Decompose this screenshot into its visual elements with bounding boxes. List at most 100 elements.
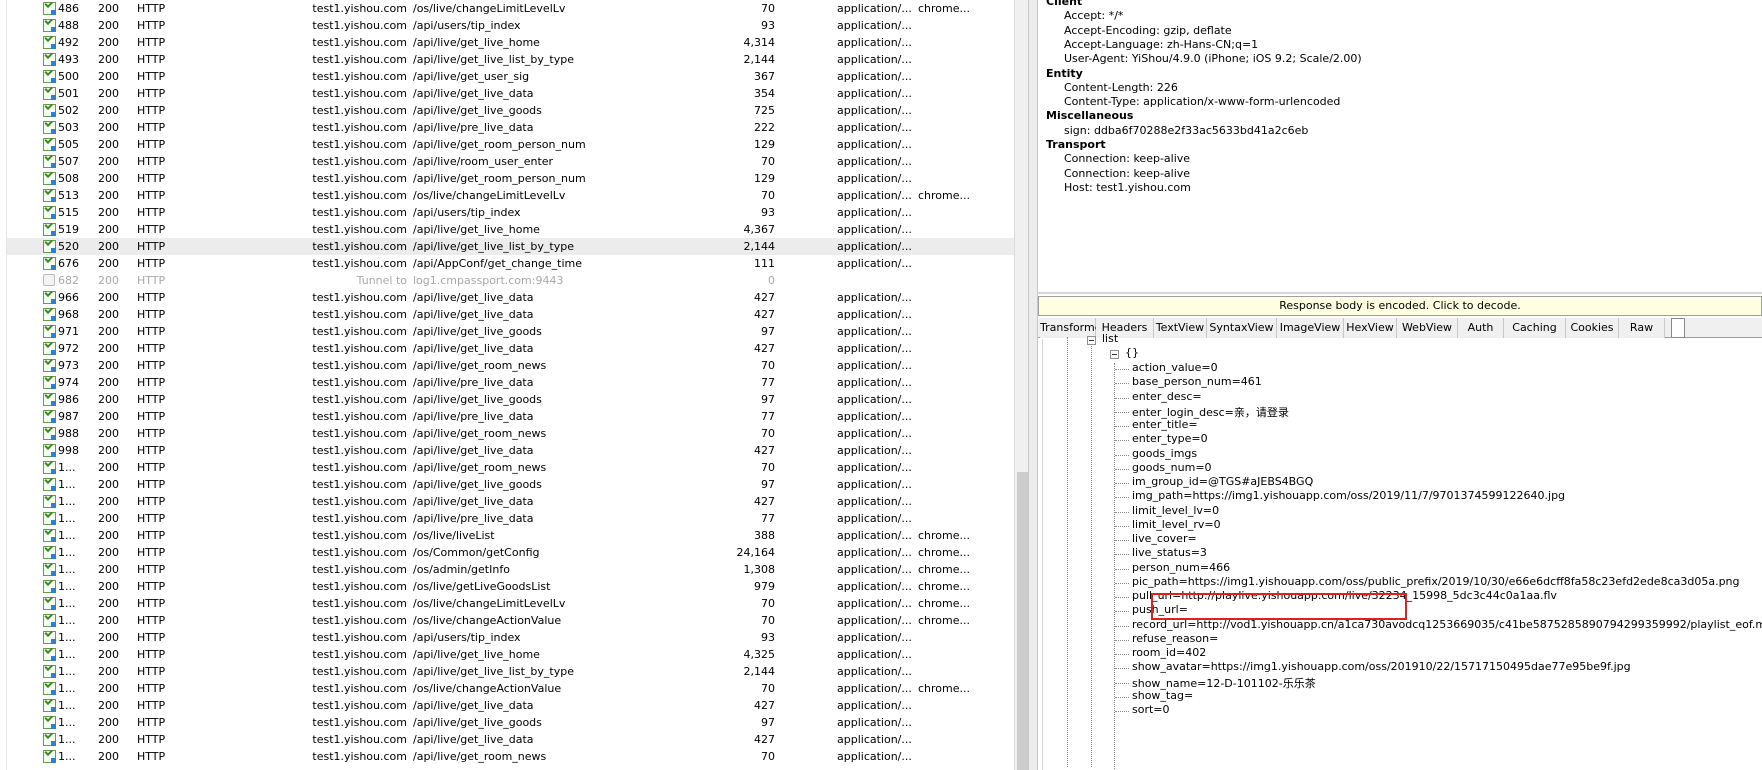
tree-field[interactable]: action_value=0	[1132, 361, 1218, 374]
session-body-size: 70	[761, 461, 775, 474]
session-row[interactable]: 519 200 HTTP test1.yishou.com/api/live/get_…	[7, 221, 1015, 238]
session-row[interactable]: 508 200 HTTP test1.yishou.com/api/live/get_…	[7, 170, 1015, 187]
tab-textview[interactable]: TextView	[1154, 318, 1207, 338]
tab-imageview[interactable]: ImageView	[1277, 318, 1344, 338]
session-row[interactable]: 1... 200 HTTP test1.yishou.com/api/live/get…	[7, 714, 1015, 731]
session-row[interactable]: 1... 200 HTTP test1.yishou.com/os/live/chan…	[7, 612, 1015, 629]
tree-field[interactable]: show_avatar=https://img1.yishouapp.com/o…	[1132, 660, 1631, 673]
session-row[interactable]: 1... 200 HTTP test1.yishou.com/api/live/get…	[7, 697, 1015, 714]
response-document-icon	[43, 19, 57, 32]
session-host: test1.yishou.com	[312, 478, 407, 491]
session-row[interactable]: 507 200 HTTP test1.yishou.com/api/live/room…	[7, 153, 1015, 170]
session-body-size: 427	[754, 699, 775, 712]
tree-field[interactable]: im_group_id=@TGS#aJEBS4BGQ	[1132, 475, 1313, 488]
session-row[interactable]: 1... 200 HTTP test1.yishou.com/os/live/live…	[7, 527, 1015, 544]
tree-field[interactable]: live_status=3	[1132, 546, 1207, 559]
tab-auth[interactable]: Auth	[1458, 318, 1504, 338]
tab-hexview[interactable]: HexView	[1344, 318, 1397, 338]
session-row[interactable]: 1... 200 HTTP test1.yishou.com/api/live/get…	[7, 459, 1015, 476]
tree-field[interactable]: limit_level_rv=0	[1132, 518, 1221, 531]
tab-webview[interactable]: WebView	[1397, 318, 1458, 338]
decode-bar[interactable]: Response body is encoded. Click to decod…	[1038, 296, 1762, 316]
session-row[interactable]: 1... 200 HTTP test1.yishou.com/os/live/chan…	[7, 595, 1015, 612]
tab-cookies[interactable]: Cookies	[1566, 318, 1619, 338]
session-id: 1...	[58, 546, 76, 559]
session-host: test1.yishou.com	[312, 342, 407, 355]
session-row[interactable]: 682 200 HTTP Tunnel to log1.cmpassport.com:9…	[7, 272, 1015, 289]
tree-field[interactable]: img_path=https://img1.yishouapp.com/oss/…	[1132, 489, 1565, 502]
session-row[interactable]: 1... 200 HTTP test1.yishou.com/api/users/ti…	[7, 629, 1015, 646]
session-row[interactable]: 1... 200 HTTP test1.yishou.com/os/Common/ge…	[7, 544, 1015, 561]
session-body-size: 427	[754, 291, 775, 304]
tab-overflow[interactable]	[1671, 318, 1685, 338]
tree-node-list[interactable]: list	[1102, 332, 1118, 345]
tree-field[interactable]: enter_type=0	[1132, 432, 1208, 445]
collapse-toggle-icon[interactable]	[1110, 350, 1119, 359]
collapse-toggle-icon[interactable]	[1087, 336, 1096, 345]
tree-field[interactable]: goods_imgs	[1132, 447, 1197, 460]
response-json-tree: list {} action_value=0 base_person_num=461e…	[1038, 332, 1762, 770]
tab-caching[interactable]: Caching	[1504, 318, 1566, 338]
session-row[interactable]: 492 200 HTTP test1.yishou.com/api/live/get_…	[7, 34, 1015, 51]
session-row[interactable]: 505 200 HTTP test1.yishou.com/api/live/get_…	[7, 136, 1015, 153]
tree-field[interactable]: limit_level_lv=0	[1132, 504, 1219, 517]
tab-transformer[interactable]: Transformer	[1040, 318, 1106, 338]
tree-field-person-num[interactable]: person_num=466	[1132, 561, 1230, 574]
tree-branch-line	[1115, 582, 1129, 584]
session-row[interactable]: 972 200 HTTP test1.yishou.com/api/live/get_…	[7, 340, 1015, 357]
sessions-scrollbar[interactable]	[1014, 0, 1028, 770]
session-row[interactable]: 988 200 HTTP test1.yishou.com/api/live/get_…	[7, 425, 1015, 442]
session-row[interactable]: 513 200 HTTP test1.yishou.com/os/live/chang…	[7, 187, 1015, 204]
session-row[interactable]: 1... 200 HTTP test1.yishou.com/os/admin/get…	[7, 561, 1015, 578]
session-row[interactable]: 1... 200 HTTP test1.yishou.com/api/live/get…	[7, 731, 1015, 748]
session-row[interactable]: 974 200 HTTP test1.yishou.com/api/live/pre_…	[7, 374, 1015, 391]
session-row[interactable]: 966 200 HTTP test1.yishou.com/api/live/get_…	[7, 289, 1015, 306]
sessions-scrollbar-thumb[interactable]	[1017, 472, 1028, 770]
session-row[interactable]: 987 200 HTTP test1.yishou.com/api/live/pre_…	[7, 408, 1015, 425]
session-row[interactable]: 500 200 HTTP test1.yishou.com/api/live/get_…	[7, 68, 1015, 85]
tree-node-object[interactable]: {}	[1125, 346, 1139, 359]
tree-field[interactable]: live_cover=	[1132, 532, 1197, 545]
tree-field[interactable]: refuse_reason=	[1132, 632, 1218, 645]
session-row[interactable]: 503 200 HTTP test1.yishou.com/api/live/pre_…	[7, 119, 1015, 136]
request-response-splitter[interactable]	[1038, 292, 1762, 294]
tree-field[interactable]: enter_title=	[1132, 418, 1198, 431]
tree-field[interactable]: pic_path=https://img1.yishouapp.com/oss/…	[1132, 575, 1740, 588]
session-row[interactable]: 515 200 HTTP test1.yishou.com/api/users/tip…	[7, 204, 1015, 221]
session-row[interactable]: 486 200 HTTP test1.yishou.com/os/live/chang…	[7, 0, 1015, 17]
tree-field[interactable]: enter_desc=	[1132, 390, 1202, 403]
session-row[interactable]: 968 200 HTTP test1.yishou.com/api/live/get_…	[7, 306, 1015, 323]
session-row[interactable]: 1... 200 HTTP test1.yishou.com/api/live/pre…	[7, 510, 1015, 527]
session-row[interactable]: 1... 200 HTTP test1.yishou.com/os/live/getL…	[7, 578, 1015, 595]
session-row[interactable]: 493 200 HTTP test1.yishou.com/api/live/get_…	[7, 51, 1015, 68]
tree-field[interactable]: sort=0	[1132, 703, 1170, 716]
tab-raw[interactable]: Raw	[1619, 318, 1665, 338]
session-row[interactable]: 986 200 HTTP test1.yishou.com/api/live/get_…	[7, 391, 1015, 408]
tree-field[interactable]: room_id=402	[1132, 646, 1206, 659]
session-row[interactable]: 1... 200 HTTP test1.yishou.com/api/live/get…	[7, 476, 1015, 493]
session-row[interactable]: 676 200 HTTP test1.yishou.com/api/AppConf/g…	[7, 255, 1015, 272]
session-protocol: HTTP	[137, 87, 166, 100]
response-document-icon	[43, 699, 57, 712]
session-row[interactable]: 1... 200 HTTP test1.yishou.com/api/live/get…	[7, 748, 1015, 765]
session-row[interactable]: 971 200 HTTP test1.yishou.com/api/live/get_…	[7, 323, 1015, 340]
session-row[interactable]: 973 200 HTTP test1.yishou.com/api/live/get_…	[7, 357, 1015, 374]
session-row[interactable]: 520 200 HTTP test1.yishou.com/api/live/get_…	[7, 238, 1015, 255]
session-row[interactable]: 1... 200 HTTP test1.yishou.com/api/live/get…	[7, 493, 1015, 510]
session-row[interactable]: 1... 200 HTTP test1.yishou.com/os/live/chan…	[7, 680, 1015, 697]
tree-field[interactable]: show_tag=	[1132, 689, 1193, 702]
session-row[interactable]: 1... 200 HTTP test1.yishou.com/api/live/get…	[7, 663, 1015, 680]
session-row[interactable]: 1... 200 HTTP test1.yishou.com/api/live/get…	[7, 646, 1015, 663]
session-result: 200	[98, 444, 119, 457]
session-row[interactable]: 502 200 HTTP test1.yishou.com/api/live/get_…	[7, 102, 1015, 119]
session-host: test1.yishou.com	[312, 325, 407, 338]
pane-splitter[interactable]	[1028, 0, 1038, 770]
session-row[interactable]: 501 200 HTTP test1.yishou.com/api/live/get_…	[7, 85, 1015, 102]
session-row[interactable]: 488 200 HTTP test1.yishou.com/api/users/tip…	[7, 17, 1015, 34]
tab-syntaxview[interactable]: SyntaxView	[1207, 318, 1277, 338]
tree-field[interactable]: base_person_num=461	[1132, 375, 1262, 388]
session-host: test1.yishou.com	[312, 444, 407, 457]
tree-field[interactable]: goods_num=0	[1132, 461, 1212, 474]
session-row[interactable]: 998 200 HTTP test1.yishou.com/api/live/get_…	[7, 442, 1015, 459]
session-url: /os/live/changeActionValue	[413, 614, 562, 627]
